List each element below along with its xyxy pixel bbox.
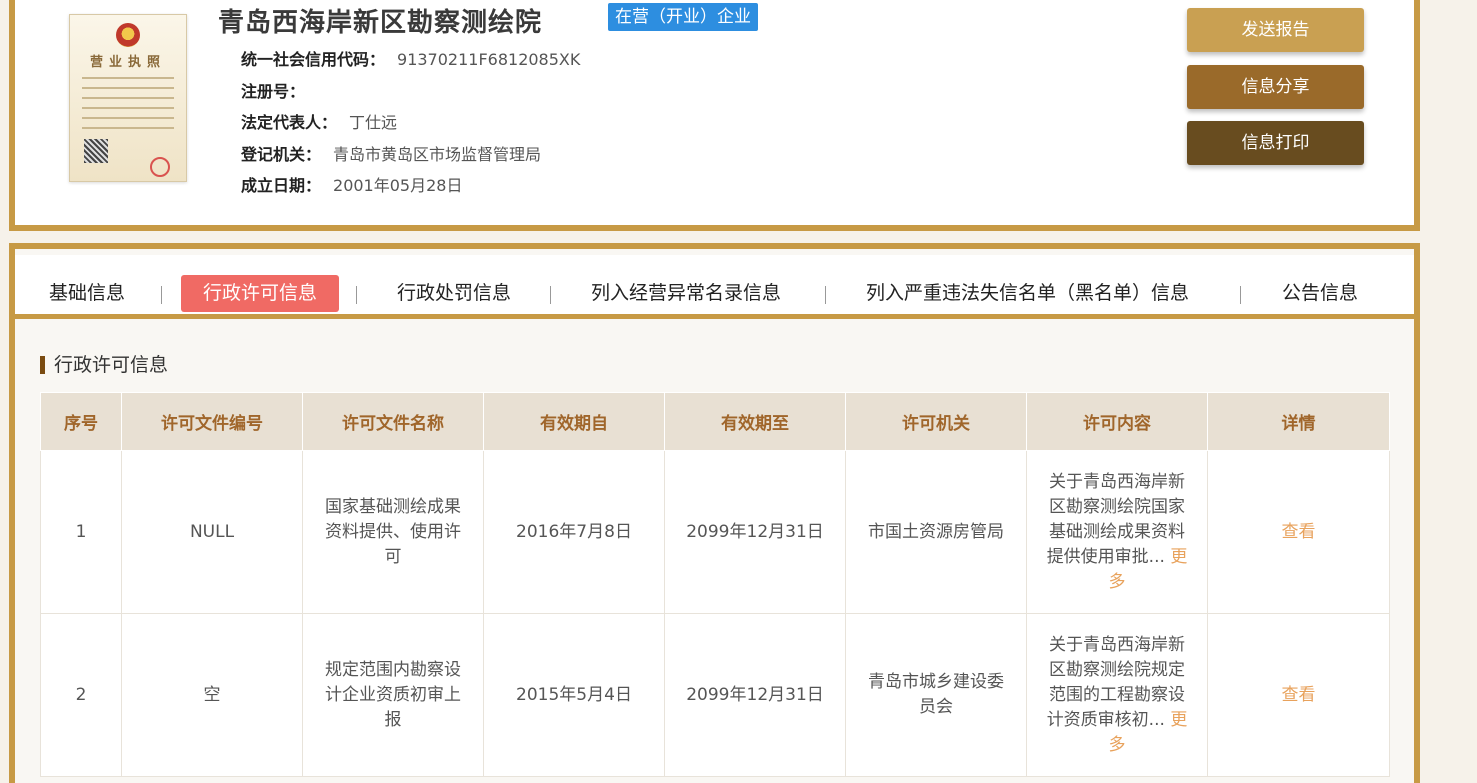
seal-icon [150,157,170,177]
registration-authority-label: 登记机关： [241,144,322,164]
registration-no-label: 注册号： [241,81,306,101]
col-header-index: 序号 [40,392,122,451]
registration-authority-row: 登记机关： 青岛市黄岛区市场监督管理局 [241,139,580,171]
col-header-content: 许可内容 [1026,392,1208,451]
tab-abnormal-list[interactable]: 列入经营异常名录信息 [591,275,781,312]
enterprise-info: 统一社会信用代码： 91370211F6812085XK 注册号： 法定代表人： 丁… [241,44,580,202]
credit-code-value: 91370211F6812085XK [397,50,581,69]
col-header-detail: 详情 [1207,392,1390,451]
tab-separator [825,286,826,304]
cell-doc-name: 国家基础测绘成果资料提供、使用许可 [302,450,484,614]
legal-rep-value: 丁仕远 [349,113,398,132]
cell-detail: 查看 [1207,450,1390,614]
tab-bar: 基础信息 行政许可信息 行政处罚信息 列入经营异常名录信息 列入严重违法失信名单… [15,255,1414,319]
enterprise-card: 营业执照 青岛西海岸新区勘察测绘院 在营（开业）企业 统一社会信用代码： 9137… [9,0,1420,231]
col-header-valid-to: 有效期至 [664,392,846,451]
established-date-label: 成立日期： [241,176,322,195]
send-report-button[interactable]: 发送报告 [1187,8,1364,52]
qr-code-icon [84,139,108,163]
credit-code-row: 统一社会信用代码： 91370211F6812085XK [241,44,580,76]
tab-separator [1240,286,1241,304]
table-header-row: 序号 许可文件编号 许可文件名称 有效期自 有效期至 许可机关 许可内容 详情 [40,392,1390,451]
cell-content: 关于青岛西海岸新区勘察测绘院国家基础测绘成果资料提供使用审批... 更多 [1026,450,1208,614]
section-title: 行政许可信息 [40,355,168,375]
col-header-doc-no: 许可文件编号 [121,392,303,451]
registration-no-row: 注册号： [241,76,580,108]
cell-doc-no: 空 [121,613,303,777]
tab-admin-penalty[interactable]: 行政处罚信息 [397,275,511,312]
license-table: 序号 许可文件编号 许可文件名称 有效期自 有效期至 许可机关 许可内容 详情 … [40,392,1390,777]
tab-announcements[interactable]: 公告信息 [1282,275,1358,312]
cell-valid-from: 2016年7月8日 [483,450,665,614]
table-row: 1 NULL 国家基础测绘成果资料提供、使用许可 2016年7月8日 2099年… [40,450,1390,614]
enterprise-name: 青岛西海岸新区勘察测绘院 [218,8,543,38]
cell-valid-from: 2015年5月4日 [483,613,665,777]
cell-index: 2 [40,613,122,777]
cell-valid-to: 2099年12月31日 [664,613,846,777]
national-emblem-icon [116,23,140,47]
share-info-button[interactable]: 信息分享 [1187,65,1364,109]
tab-separator [550,286,551,304]
content-text: 关于青岛西海岸新区勘察测绘院规定范围的工程勘察设计资质审核初... [1046,634,1185,730]
print-info-button[interactable]: 信息打印 [1187,121,1364,165]
cell-index: 1 [40,450,122,614]
license-title: 营业执照 [89,55,166,70]
col-header-authority: 许可机关 [845,392,1027,451]
status-badge: 在营（开业）企业 [608,3,758,31]
table-row: 2 空 规定范围内勘察设计企业资质初审上报 2015年5月4日 2099年12月… [40,613,1390,777]
cell-detail: 查看 [1207,613,1390,777]
credit-code-label: 统一社会信用代码： [241,50,386,69]
tab-basic-info[interactable]: 基础信息 [49,275,125,312]
cell-authority: 市国土资源房管局 [845,450,1027,614]
tab-separator [161,286,162,304]
cell-valid-to: 2099年12月31日 [664,450,846,614]
established-date-row: 成立日期： 2001年05月28日 [241,170,580,202]
registration-authority-value: 青岛市黄岛区市场监督管理局 [333,144,542,164]
established-date-value: 2001年05月28日 [333,176,463,195]
main-panel: 基础信息 行政许可信息 行政处罚信息 列入经营异常名录信息 列入严重违法失信名单… [9,243,1420,783]
view-detail-link[interactable]: 查看 [1282,522,1316,542]
license-text-lines [82,77,174,137]
legal-rep-row: 法定代表人： 丁仕远 [241,107,580,139]
tab-admin-license[interactable]: 行政许可信息 [181,275,340,312]
tab-separator [356,286,357,304]
legal-rep-label: 法定代表人： [241,113,338,132]
view-detail-link[interactable]: 查看 [1282,685,1316,705]
cell-authority: 青岛市城乡建设委员会 [845,613,1027,777]
business-license-image[interactable]: 营业执照 [69,14,187,182]
col-header-doc-name: 许可文件名称 [302,392,484,451]
tab-blacklist[interactable]: 列入严重违法失信名单（黑名单）信息 [866,275,1189,312]
col-header-valid-from: 有效期自 [483,392,665,451]
cell-doc-no: NULL [121,450,303,614]
content-text: 关于青岛西海岸新区勘察测绘院国家基础测绘成果资料提供使用审批... [1046,471,1185,567]
cell-content: 关于青岛西海岸新区勘察测绘院规定范围的工程勘察设计资质审核初... 更多 [1026,613,1208,777]
cell-doc-name: 规定范围内勘察设计企业资质初审上报 [302,613,484,777]
